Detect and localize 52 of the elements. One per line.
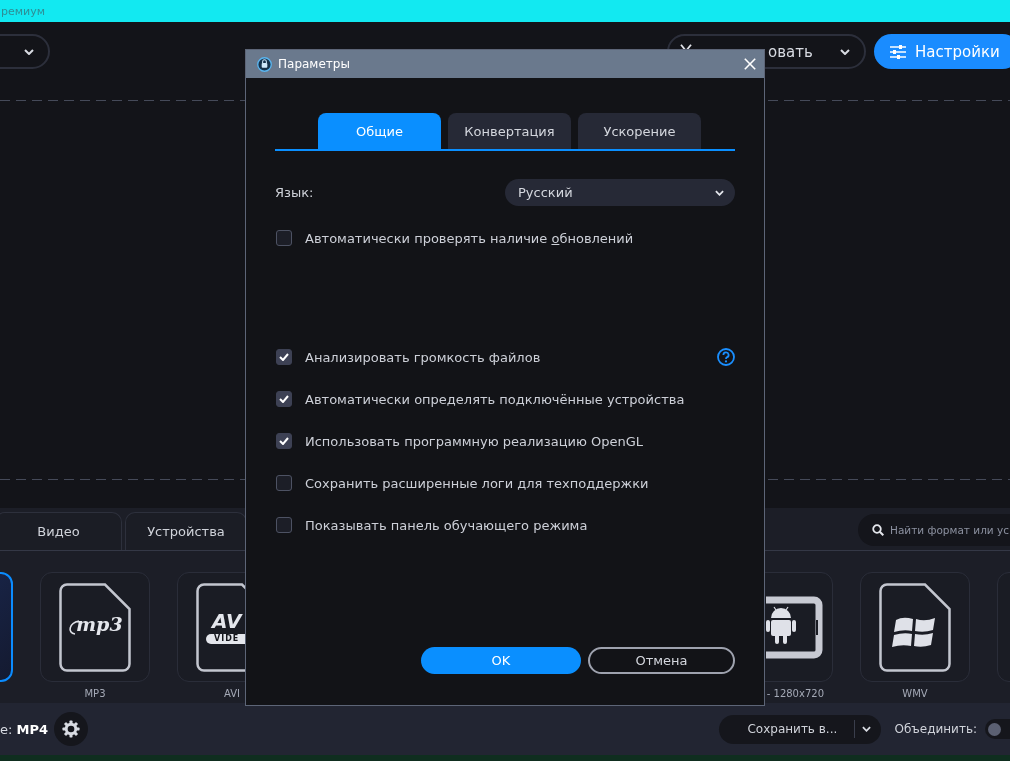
checkbox[interactable]	[276, 475, 292, 491]
merge-label: Объединить:	[894, 722, 977, 736]
sliders-icon	[890, 44, 906, 59]
format-tile[interactable]: mp3	[40, 572, 150, 682]
dialog-title: Параметры	[278, 57, 350, 71]
logo-text: mp3	[76, 612, 123, 635]
checkbox-label: Автоматически проверять наличие обновлений	[305, 230, 634, 246]
tab[interactable]: Устройства	[125, 512, 247, 550]
checkbox[interactable]	[276, 517, 292, 533]
checkbox[interactable]	[276, 349, 292, 365]
format-label: WMV	[902, 688, 928, 699]
help-icon[interactable]	[717, 348, 735, 366]
tab[interactable]: Ускорение	[578, 113, 701, 149]
logo-band: VIDE	[206, 633, 246, 644]
language-dropdown[interactable]: Русский	[505, 179, 735, 206]
search-icon	[872, 524, 884, 536]
cancel-button[interactable]: Отмена	[588, 647, 735, 674]
logo-text: AV	[212, 608, 242, 633]
android-tablet-icon	[766, 595, 823, 659]
checkbox[interactable]	[276, 230, 292, 246]
format-tile[interactable]	[860, 572, 970, 682]
file-icon	[59, 582, 131, 672]
window-title: ремиум	[1, 4, 45, 18]
chevron-icon	[862, 726, 872, 732]
save-to-button[interactable]: Сохранить в...	[719, 714, 882, 744]
chevron-icon	[840, 48, 850, 55]
format-label: AVI	[224, 688, 240, 699]
close-button[interactable]	[744, 58, 756, 70]
output-format-label: е: MP4	[0, 721, 49, 737]
tab[interactable]: Конвертация	[448, 113, 571, 149]
gear-icon	[62, 720, 81, 738]
checkbox[interactable]	[276, 433, 292, 449]
check-icon	[279, 353, 289, 361]
checkbox[interactable]	[276, 391, 292, 407]
windows-file-icon	[879, 582, 951, 672]
gear-button[interactable]	[54, 712, 89, 746]
check-icon	[279, 395, 289, 403]
checkbox-label: Использовать программную реализацию OpenGL	[305, 433, 644, 449]
chevron-icon	[24, 48, 34, 55]
checkbox-label: Автоматически определять подключённые устройства	[305, 391, 685, 407]
check-icon	[279, 437, 289, 445]
app-logo-icon	[257, 56, 272, 72]
close-icon	[744, 58, 756, 70]
checkbox-label: Анализировать громкость файлов	[305, 349, 541, 365]
chevron-icon	[715, 189, 724, 196]
tab[interactable]: Видео	[0, 512, 122, 550]
checkbox-label: Сохранить расширенные логи для техподдержки	[305, 475, 649, 491]
language-label: Язык:	[275, 185, 314, 200]
format-label: MP3	[84, 688, 106, 699]
format-label: - 1280x720	[766, 688, 824, 699]
search-field[interactable]: Найти формат или ус	[858, 514, 1010, 546]
checkbox-label: Показывать панель обучающего режима	[305, 517, 588, 533]
